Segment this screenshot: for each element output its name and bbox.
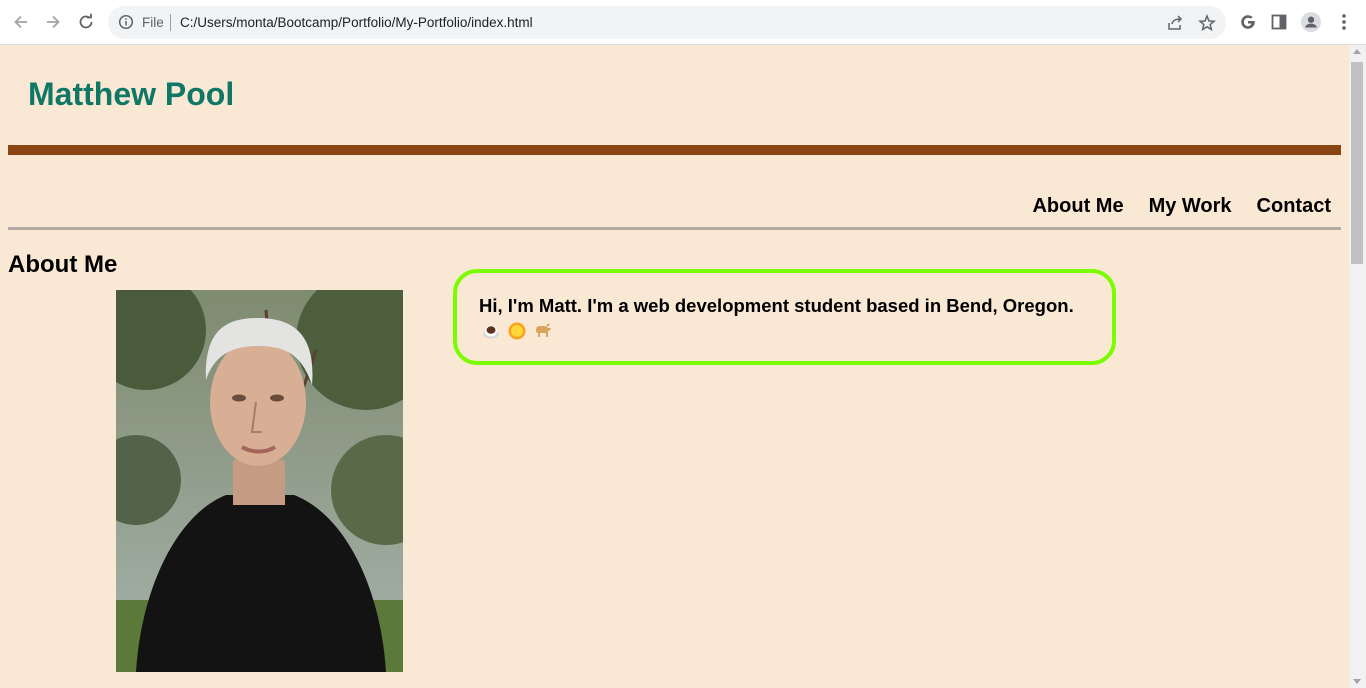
dog-icon: [536, 323, 551, 337]
scroll-down-arrow-icon[interactable]: [1353, 679, 1361, 684]
omnibox-divider: [170, 14, 171, 31]
bio-card: Hi, I'm Matt. I'm a web development stud…: [453, 269, 1116, 365]
sun-icon: [508, 322, 526, 340]
reload-button[interactable]: [75, 11, 97, 33]
scroll-thumb[interactable]: [1351, 62, 1363, 264]
profile-photo: [116, 290, 403, 672]
back-arrow-icon: [14, 15, 27, 29]
forward-arrow-icon: [47, 15, 60, 29]
page-content: Matthew Pool About Me My Work Contact Ab…: [0, 45, 1349, 688]
reload-icon: [79, 13, 93, 29]
info-icon[interactable]: [118, 14, 134, 30]
url-text[interactable]: C:/Users/monta/Bootcamp/Portfolio/My-Por…: [180, 15, 533, 30]
nav-link-contact[interactable]: Contact: [1257, 195, 1331, 218]
share-icon[interactable]: [1166, 14, 1184, 32]
section-title: About Me: [8, 251, 118, 278]
scheme-label: File: [142, 15, 164, 30]
address-bar[interactable]: File C:/Users/monta/Bootcamp/Portfolio/M…: [108, 6, 1226, 39]
header-divider-bar: [8, 145, 1341, 155]
page-scrollbar[interactable]: [1349, 45, 1366, 688]
site-title: Matthew Pool: [28, 76, 235, 112]
back-button[interactable]: [10, 11, 32, 33]
google-icon[interactable]: [1238, 12, 1258, 32]
scroll-up-arrow-icon[interactable]: [1353, 49, 1361, 54]
main-nav: About Me My Work Contact: [1032, 195, 1331, 218]
browser-toolbar: File C:/Users/monta/Bootcamp/Portfolio/M…: [0, 0, 1366, 45]
nav-link-my-work[interactable]: My Work: [1149, 195, 1232, 218]
side-panel-icon[interactable]: [1269, 12, 1289, 32]
emoji-row: [481, 321, 553, 341]
nav-divider: [8, 227, 1341, 230]
coffee-icon: [483, 325, 499, 339]
bio-text: Hi, I'm Matt. I'm a web development stud…: [479, 295, 1074, 316]
profile-icon[interactable]: [1301, 12, 1321, 32]
star-icon[interactable]: [1198, 14, 1216, 32]
forward-button[interactable]: [42, 11, 64, 33]
kebab-menu-icon[interactable]: [1334, 12, 1354, 32]
nav-link-about-me[interactable]: About Me: [1032, 195, 1123, 218]
